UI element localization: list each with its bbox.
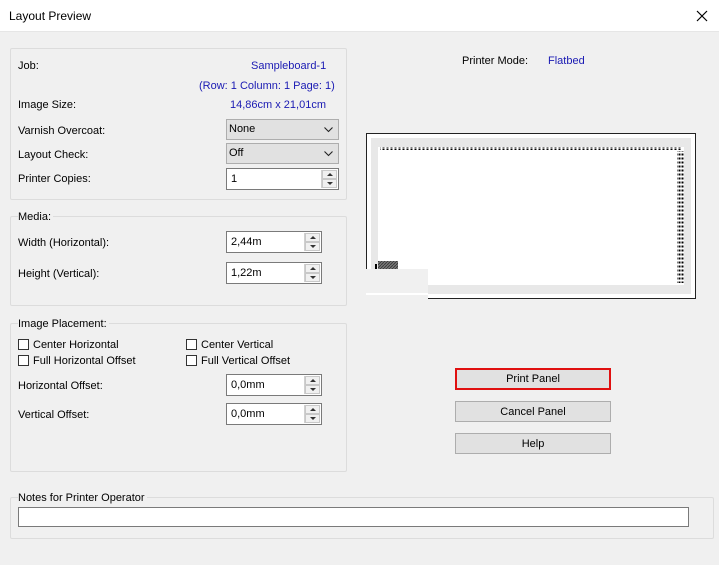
full-horizontal-offset-label[interactable]: Full Horizontal Offset	[33, 355, 136, 367]
image-size-value: 14,86cm x 21,01cm	[230, 99, 326, 111]
layout-check-select[interactable]: Off	[226, 143, 339, 164]
notes-input[interactable]	[18, 507, 689, 527]
close-button[interactable]	[685, 0, 719, 31]
decrement-button[interactable]	[305, 242, 320, 251]
arrow-down-icon	[327, 182, 333, 185]
arrow-up-icon	[327, 173, 333, 176]
cancel-panel-button[interactable]: Cancel Panel	[455, 401, 611, 422]
vertical-offset-value: 0,0mm	[231, 408, 265, 420]
increment-button[interactable]	[305, 405, 320, 414]
chevron-down-icon	[324, 151, 333, 157]
help-button[interactable]: Help	[455, 433, 611, 454]
vertical-offset-label: Vertical Offset:	[18, 409, 90, 421]
media-title: Media:	[18, 211, 54, 223]
decrement-button[interactable]	[322, 179, 337, 188]
cancel-panel-label: Cancel Panel	[500, 405, 566, 418]
print-panel-label: Print Panel	[506, 373, 560, 385]
copies-stepper[interactable]: 1	[226, 168, 339, 190]
title-bar	[0, 0, 719, 32]
media-height-stepper[interactable]: 1,22m	[226, 262, 322, 284]
decrement-button[interactable]	[305, 414, 320, 423]
varnish-select[interactable]: None	[226, 119, 339, 140]
center-horizontal-checkbox[interactable]	[18, 339, 29, 350]
full-vertical-offset-label[interactable]: Full Vertical Offset	[201, 355, 290, 367]
arrow-down-icon	[310, 417, 316, 420]
arrow-up-icon	[310, 379, 316, 382]
arrow-down-icon	[310, 276, 316, 279]
chevron-down-icon	[324, 127, 333, 133]
center-vertical-checkbox[interactable]	[186, 339, 197, 350]
varnish-label: Varnish Overcoat:	[18, 125, 106, 137]
vertical-offset-stepper[interactable]: 0,0mm	[226, 403, 322, 425]
horizontal-offset-value: 0,0mm	[231, 379, 265, 391]
close-icon	[696, 10, 708, 21]
job-position: (Row: 1 Column: 1 Page: 1)	[199, 80, 335, 92]
media-group	[10, 216, 347, 306]
printer-mode-label: Printer Mode:	[462, 55, 529, 67]
layout-check-value: Off	[229, 147, 244, 159]
center-horizontal-label[interactable]: Center Horizontal	[33, 339, 119, 351]
arrow-up-icon	[310, 408, 316, 411]
copies-label: Printer Copies:	[18, 173, 91, 185]
notes-title: Notes for Printer Operator	[18, 492, 147, 504]
image-size-label: Image Size:	[18, 99, 77, 111]
copies-value: 1	[231, 173, 238, 185]
printer-mode-value: Flatbed	[548, 55, 585, 67]
media-height-value: 1,22m	[231, 267, 262, 279]
placement-title: Image Placement:	[18, 318, 109, 330]
increment-button[interactable]	[305, 376, 320, 385]
layout-check-label: Layout Check:	[18, 149, 89, 161]
layout-preview	[366, 133, 696, 299]
decrement-button[interactable]	[305, 273, 320, 282]
increment-button[interactable]	[305, 264, 320, 273]
job-label: Job:	[18, 60, 39, 72]
full-horizontal-offset-checkbox[interactable]	[18, 355, 29, 366]
media-width-value: 2,44m	[231, 236, 262, 248]
increment-button[interactable]	[305, 233, 320, 242]
window-title: Layout Preview	[9, 9, 92, 23]
media-width-stepper[interactable]: 2,44m	[226, 231, 322, 253]
horizontal-offset-label: Horizontal Offset:	[18, 380, 103, 392]
media-width-label: Width (Horizontal):	[18, 237, 110, 249]
decrement-button[interactable]	[305, 385, 320, 394]
media-height-label: Height (Vertical):	[18, 268, 100, 280]
full-vertical-offset-checkbox[interactable]	[186, 355, 197, 366]
center-vertical-label[interactable]: Center Vertical	[201, 339, 273, 351]
print-panel-button[interactable]: Print Panel	[455, 368, 611, 390]
job-name: Sampleboard-1	[251, 60, 327, 72]
increment-button[interactable]	[322, 170, 337, 179]
arrow-up-icon	[310, 267, 316, 270]
help-label: Help	[521, 437, 545, 450]
horizontal-offset-stepper[interactable]: 0,0mm	[226, 374, 322, 396]
arrow-down-icon	[310, 388, 316, 391]
varnish-value: None	[229, 123, 256, 135]
flatbed-preview	[366, 133, 696, 299]
arrow-down-icon	[310, 245, 316, 248]
arrow-up-icon	[310, 236, 316, 239]
